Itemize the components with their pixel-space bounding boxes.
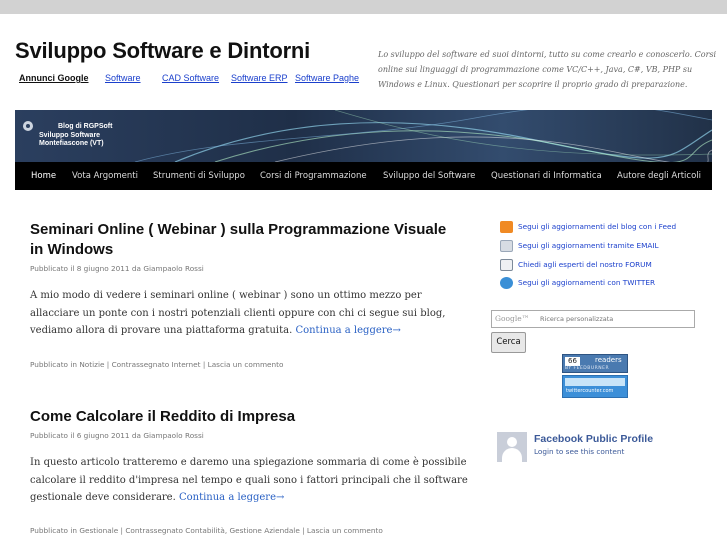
google-logo: Google™ <box>495 314 530 323</box>
site-description: Lo sviluppo del software ed suoi dintorn… <box>378 50 717 89</box>
ad-link-software[interactable]: Software <box>105 73 141 83</box>
post-title-line[interactable]: in Windows <box>30 240 446 260</box>
ad-link-cad-software[interactable]: CAD Software <box>162 73 219 83</box>
ad-link-software-erp[interactable]: Software ERP <box>231 73 288 83</box>
search-box[interactable]: Google™ <box>491 310 695 328</box>
nav-vota-argomenti[interactable]: Vota Argomenti <box>72 171 138 181</box>
post-meta: Pubblicato il 8 giugno 2011 da Giampaolo… <box>30 264 204 273</box>
avatar-body <box>502 448 522 462</box>
post-title-line[interactable]: Come Calcolare il Reddito di Impresa <box>30 407 295 427</box>
email-icon <box>500 240 513 252</box>
nav-autore-degli-articoli[interactable]: Autore degli Articoli <box>617 171 701 181</box>
subscribe-forum[interactable]: Chiedi agli esperti del nostro FORUM <box>500 259 652 271</box>
feedburner-by: BY FEEDBURNER <box>565 366 610 371</box>
search-button[interactable]: Cerca <box>491 332 526 353</box>
post-excerpt-line: allacciare un ponte con i nostri potenzi… <box>30 307 446 319</box>
ad-link-software-paghe[interactable]: Software Paghe <box>295 73 359 83</box>
twitter-icon <box>500 277 513 289</box>
subscribe-twitter[interactable]: Segui gli aggiornamenti con TWITTER <box>500 277 655 289</box>
subscribe-rss-label[interactable]: Segui gli aggiornamenti del blog con i F… <box>518 222 676 231</box>
post-excerpt-line: gestionale deve considerare. <box>30 492 176 503</box>
banner-line-3: Montefiascone (VT) <box>39 140 104 147</box>
post-title[interactable]: Come Calcolare il Reddito di Impresa <box>30 407 295 427</box>
main-nav: Home Vota Argomenti Strumenti di Svilupp… <box>15 162 712 190</box>
post-excerpt-line: vediamo allora di provare una piattaform… <box>30 325 293 336</box>
read-more-link[interactable]: Continua a leggere→ <box>179 492 284 503</box>
post-excerpt-line: A mio modo di vedere i seminari online (… <box>30 290 422 301</box>
facebook-profile-title[interactable]: Facebook Public Profile <box>534 433 653 445</box>
nav-questionari-di-informatica[interactable]: Questionari di Informatica <box>491 171 602 181</box>
post-footer[interactable]: Pubblicato in Notizie | Contrassegnato I… <box>30 360 284 369</box>
page: Sviluppo Software e Dintorni Lo sviluppo… <box>0 14 727 545</box>
subscribe-email[interactable]: Segui gli aggiornamenti tramite EMAIL <box>500 240 659 252</box>
post-excerpt-line: calcolare il reddito d'impresa nel tempo… <box>30 474 468 486</box>
post-excerpt-line: In questo articolo tratteremo e daremo u… <box>30 457 467 468</box>
post-footer[interactable]: Pubblicato in Gestionale | Contrassegnat… <box>30 526 383 535</box>
subscribe-email-label[interactable]: Segui gli aggiornamenti tramite EMAIL <box>518 241 659 250</box>
search-input[interactable] <box>540 312 680 326</box>
header-banner[interactable]: Blog di RGPSoft Sviluppo Software Montef… <box>15 110 712 162</box>
twittercounter-bar <box>565 378 625 386</box>
post-title[interactable]: Seminari Online ( Webinar ) sulla Progra… <box>30 220 446 260</box>
banner-graphic <box>23 110 712 162</box>
nav-home[interactable]: Home <box>31 171 56 181</box>
post-excerpt: In questo articolo tratteremo e daremo u… <box>30 454 475 507</box>
twittercounter-badge[interactable]: twittercounter.com <box>562 375 628 398</box>
post-title-line[interactable]: Seminari Online ( Webinar ) sulla Progra… <box>30 220 446 240</box>
facebook-login-link[interactable]: Login to see this content <box>534 447 624 456</box>
banner-text: Blog di RGPSoft Sviluppo Software Montef… <box>39 123 112 149</box>
feedburner-badge[interactable]: 66 readers BY FEEDBURNER <box>562 354 628 373</box>
nav-sviluppo-del-software[interactable]: Sviluppo del Software <box>383 171 475 181</box>
nav-strumenti-di-sviluppo[interactable]: Strumenti di Sviluppo <box>153 171 245 181</box>
read-more-link[interactable]: Continua a leggere→ <box>295 325 400 336</box>
rss-icon <box>500 221 513 233</box>
nav-corsi-di-programmazione[interactable]: Corsi di Programmazione <box>260 171 367 181</box>
subscribe-twitter-label[interactable]: Segui gli aggiornamenti con TWITTER <box>518 278 655 287</box>
ad-label[interactable]: Annunci Google <box>19 73 89 83</box>
site-title[interactable]: Sviluppo Software e Dintorni <box>15 38 310 64</box>
twittercounter-label: twittercounter.com <box>566 388 614 394</box>
banner-line-1: Blog di RGPSoft <box>58 123 113 130</box>
banner-line-2: Sviluppo Software <box>39 131 101 139</box>
post-excerpt: A mio modo di vedere i seminari online (… <box>30 287 475 340</box>
subscribe-rss[interactable]: Segui gli aggiornamenti del blog con i F… <box>500 221 676 233</box>
avatar-head <box>507 437 517 447</box>
subscribe-forum-label[interactable]: Chiedi agli esperti del nostro FORUM <box>518 260 652 269</box>
feedburner-count: 66 <box>565 357 580 366</box>
facebook-avatar[interactable] <box>497 432 527 462</box>
feedburner-label: readers <box>595 356 622 364</box>
forum-icon <box>500 259 513 271</box>
post-meta: Pubblicato il 6 giugno 2011 da Giampaolo… <box>30 431 204 440</box>
